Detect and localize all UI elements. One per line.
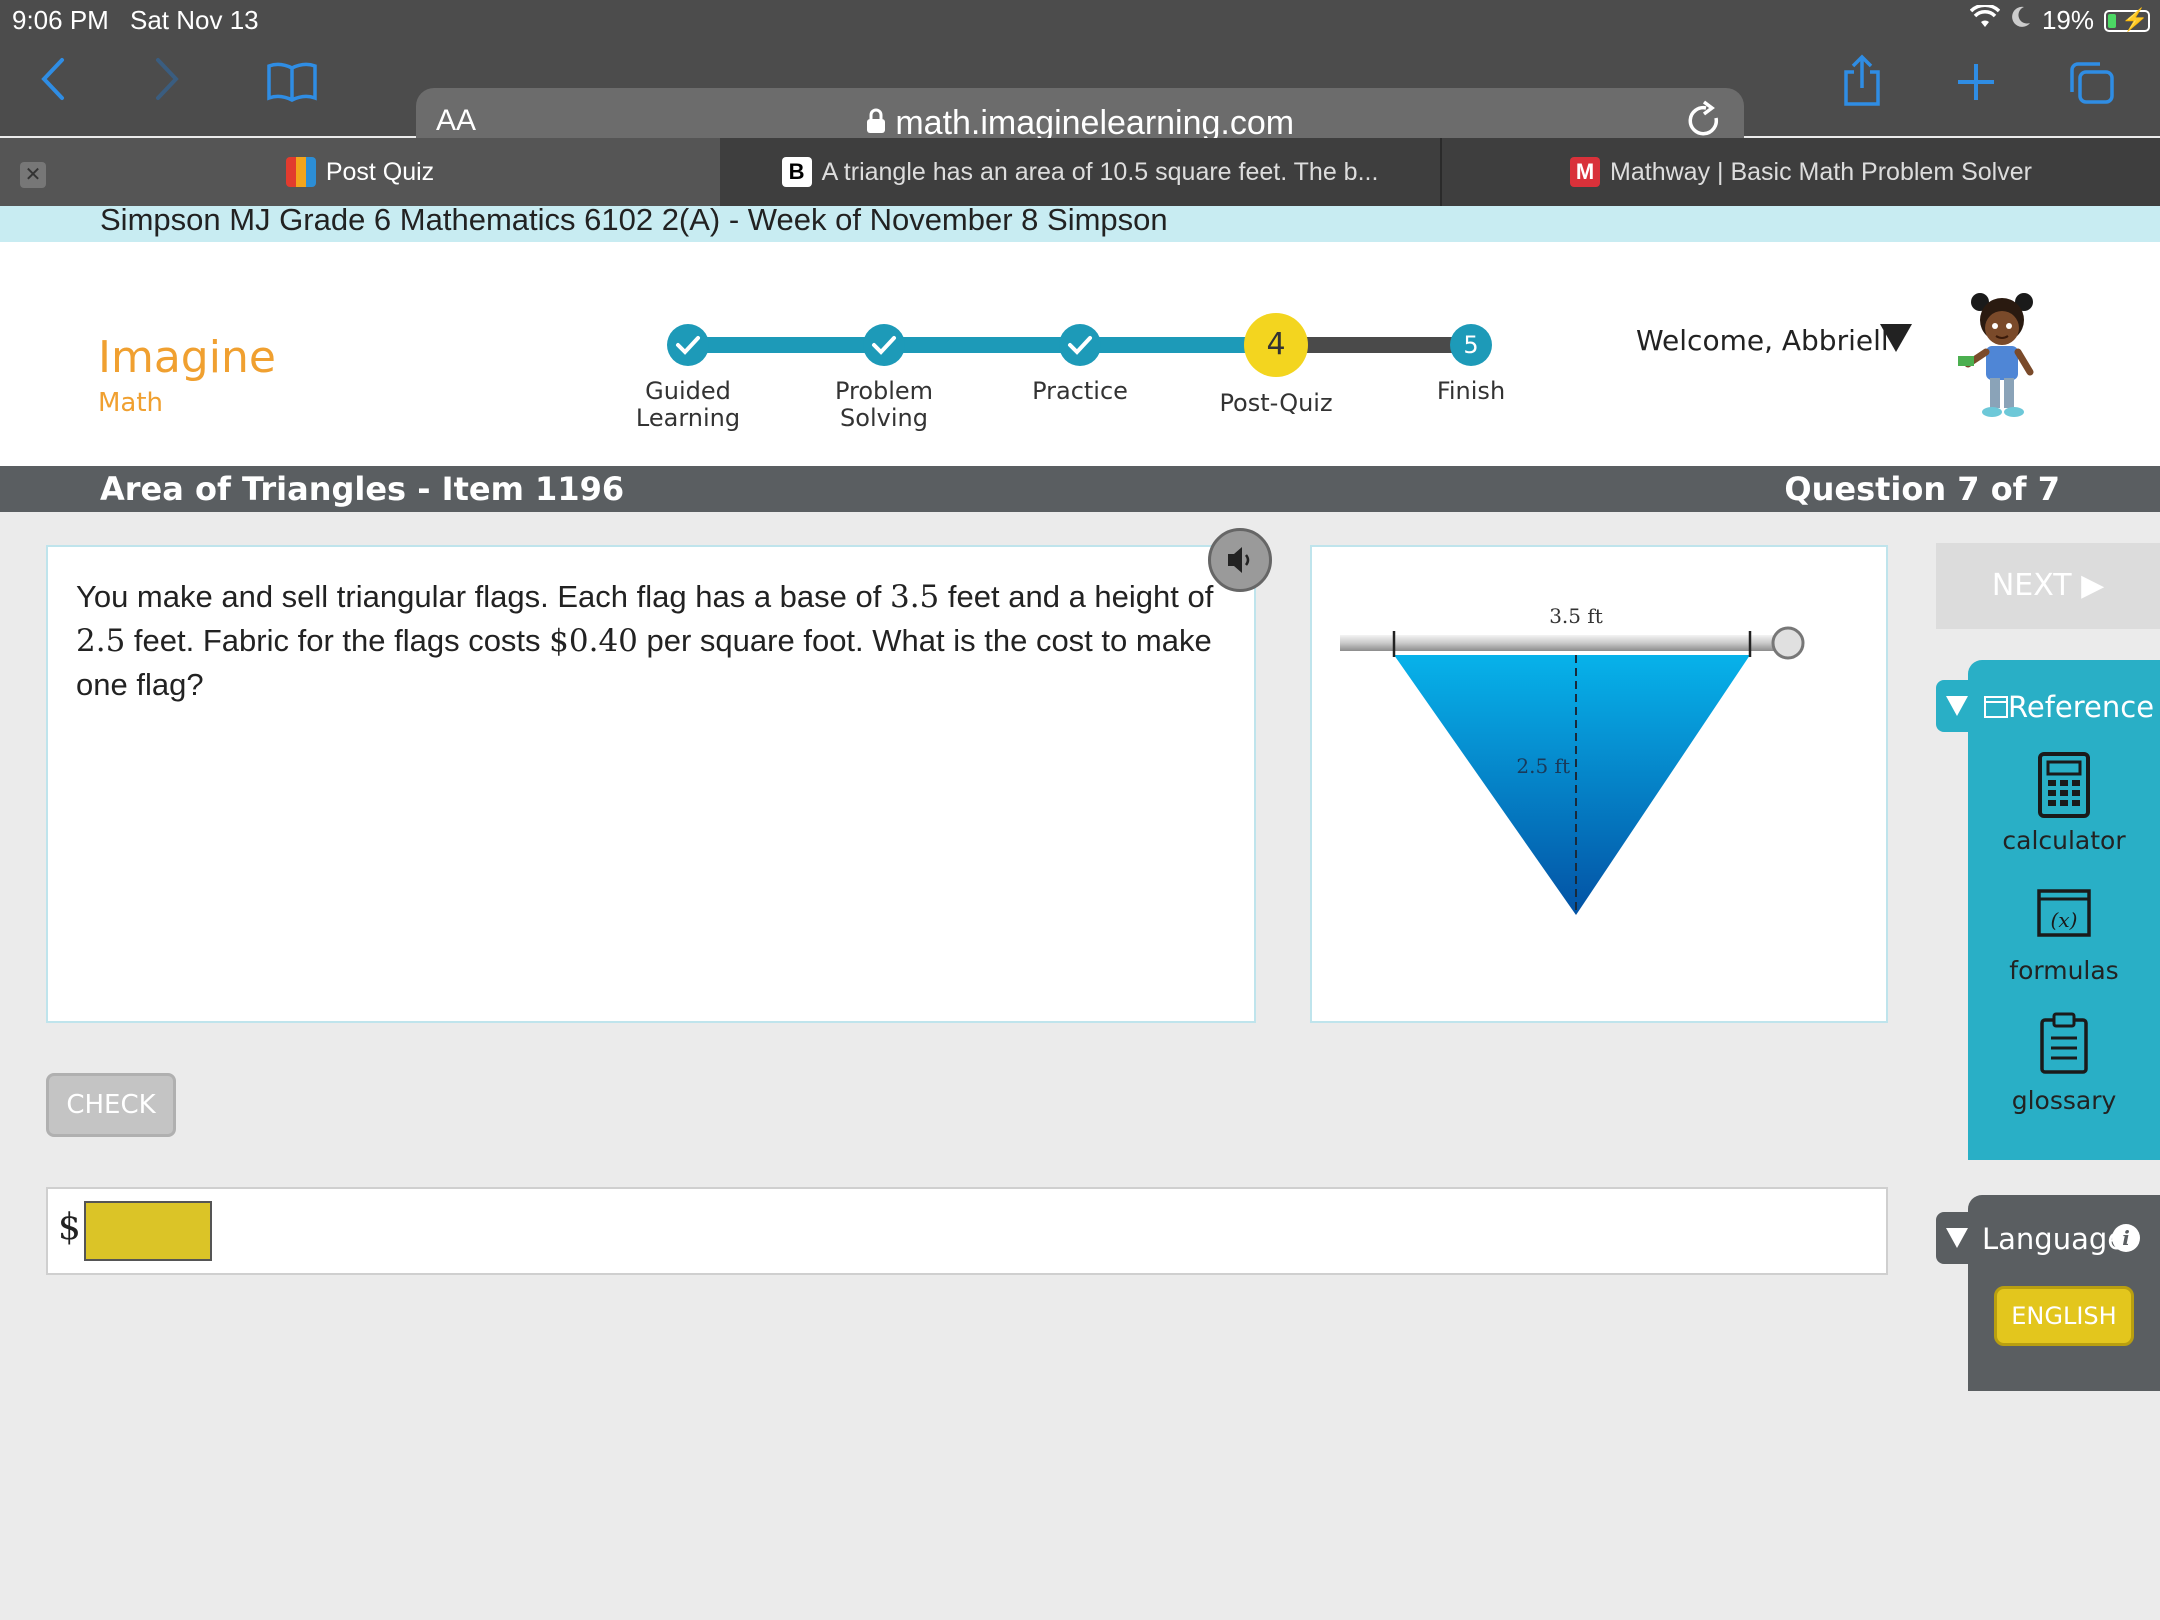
question-part: You make and sell triangular flags. Each… [76, 579, 890, 614]
new-tab-icon[interactable] [1956, 62, 1996, 106]
flag-pole [1340, 635, 1800, 651]
question-base-value: 3.5 [889, 579, 940, 615]
tab-label: Post Quiz [325, 157, 435, 186]
step-practice[interactable] [1059, 324, 1101, 366]
course-title: Simpson MJ Grade 6 Mathematics 6102 2(A)… [100, 202, 1168, 237]
lock-icon [866, 104, 895, 142]
question-panel: You make and sell triangular flags. Each… [46, 545, 1256, 1023]
pole-knob [1771, 626, 1805, 660]
step-finish[interactable]: 5 [1450, 324, 1492, 366]
lesson-header: Imagine Math 4 5 Guided Learning Problem… [0, 242, 2160, 466]
brainly-favicon-icon: B [781, 157, 812, 187]
step-guided-learning[interactable] [667, 324, 709, 366]
glossary-icon[interactable] [2036, 1012, 2092, 1074]
check-button[interactable]: CHECK [46, 1073, 176, 1137]
tabs-overview-icon[interactable] [2068, 60, 2116, 110]
mathway-favicon-icon: M [1570, 157, 1601, 187]
speaker-icon [1228, 547, 1250, 573]
step-label-finish: Finish [1436, 377, 1506, 405]
formulas-icon[interactable]: (x) [2036, 888, 2092, 938]
question-text: You make and sell triangular flags. Each… [76, 575, 1236, 707]
forward-icon[interactable] [152, 54, 182, 108]
back-icon[interactable] [38, 54, 68, 108]
step-label-line: Solving [840, 404, 928, 432]
answer-input[interactable] [84, 1201, 212, 1261]
lesson-title: Area of Triangles - Item 1196 [100, 470, 625, 508]
wifi-icon [1969, 3, 2001, 36]
welcome-text[interactable]: Welcome, Abbriell [1636, 324, 1889, 357]
avatar [1958, 293, 2034, 417]
reference-title-text: Reference [2008, 690, 2155, 724]
language-caret-icon[interactable] [1946, 1228, 1968, 1248]
calculator-label[interactable]: calculator [1968, 826, 2160, 855]
height-label: 2.5 ft [1516, 754, 1570, 778]
status-time: 9:06 PM [12, 5, 109, 35]
lesson-titlebar: Area of Triangles - Item 1196 Question 7… [0, 466, 2160, 512]
step-label-line: Problem [834, 377, 934, 405]
tab-mathway[interactable]: M Mathway | Basic Math Problem Solver [1440, 138, 2160, 206]
url-value: math.imaginelearning.com [895, 104, 1295, 142]
user-menu-caret-icon[interactable] [1880, 324, 1912, 352]
question-part: feet. Fabric for the flags costs [125, 623, 550, 658]
glossary-label[interactable]: glossary [1968, 1086, 2160, 1115]
check-icon [872, 336, 896, 355]
status-date: Sat Nov 13 [130, 5, 259, 35]
browser-toolbar: AA math.imaginelearning.com [0, 40, 2160, 160]
answer-panel: $ [46, 1187, 1888, 1275]
english-button[interactable]: ENGLISH [1994, 1286, 2134, 1346]
moon-icon [2010, 5, 2032, 36]
tab-brainly[interactable]: B A triangle has an area of 10.5 square … [722, 138, 1438, 206]
base-label: 3.5 ft [1549, 604, 1603, 628]
check-icon [1068, 336, 1092, 355]
reference-title[interactable]: Reference [1984, 690, 2154, 724]
bookmarks-icon[interactable] [266, 62, 318, 106]
battery-icon: ⚡ [2104, 7, 2150, 32]
info-icon[interactable]: i [2112, 1224, 2140, 1252]
imagine-favicon-icon [285, 157, 316, 187]
question-height-value: 2.5 [76, 623, 126, 659]
progress-track-done [688, 337, 1278, 353]
language-title[interactable]: Language [1982, 1222, 2125, 1256]
step-label-problem-solving: Problem Solving [784, 378, 984, 432]
step-label-post-quiz: Post-Quiz [1219, 389, 1333, 417]
formulas-glyph: (x) [2051, 908, 2078, 932]
close-tab-icon[interactable]: ✕ [20, 162, 46, 188]
formulas-small-icon [1984, 696, 2008, 718]
step-post-quiz[interactable]: 4 [1244, 313, 1308, 377]
logo-imagine: Imagine [98, 332, 276, 383]
tab-label: Mathway | Basic Math Problem Solver [1610, 157, 2032, 186]
flag-figure: 3.5 ft 2.5 ft [1340, 604, 1805, 915]
step-label-guided-learning: Guided Learning [588, 378, 788, 432]
question-price-value: $0.40 [549, 623, 638, 659]
logo-math: Math [98, 388, 164, 418]
status-right: 19% ⚡ [1969, 3, 2150, 36]
formulas-label[interactable]: formulas [1968, 956, 2160, 985]
status-bar: 9:06 PM Sat Nov 13 19% ⚡ [0, 0, 2160, 40]
calculator-icon[interactable] [2036, 752, 2092, 818]
step-label-line: Guided [645, 377, 731, 405]
question-counter: Question 7 of 7 [1784, 470, 2060, 508]
figure-panel: 3.5 ft 2.5 ft [1310, 545, 1888, 1023]
share-icon[interactable] [1840, 54, 1884, 112]
battery-percent: 19% [2041, 5, 2094, 35]
browser-tabs: ✕ Post Quiz B A triangle has an area of … [0, 138, 2160, 206]
course-bar: Simpson MJ Grade 6 Mathematics 6102 2(A)… [0, 202, 2160, 242]
audio-button[interactable] [1208, 528, 1272, 592]
dollar-prefix: $ [58, 1207, 81, 1248]
step-label-line: Learning [635, 404, 741, 432]
step-problem-solving[interactable] [863, 324, 905, 366]
next-button[interactable]: NEXT ▶ [1936, 543, 2160, 629]
step-label-practice: Practice [1032, 377, 1128, 405]
question-part: feet and a height of [939, 579, 1214, 614]
tab-post-quiz[interactable]: ✕ Post Quiz [0, 138, 720, 206]
check-icon [676, 336, 700, 355]
reference-caret-icon[interactable] [1946, 696, 1968, 716]
tab-label: A triangle has an area of 10.5 square fe… [821, 157, 1379, 186]
flag-triangle [1394, 655, 1750, 915]
